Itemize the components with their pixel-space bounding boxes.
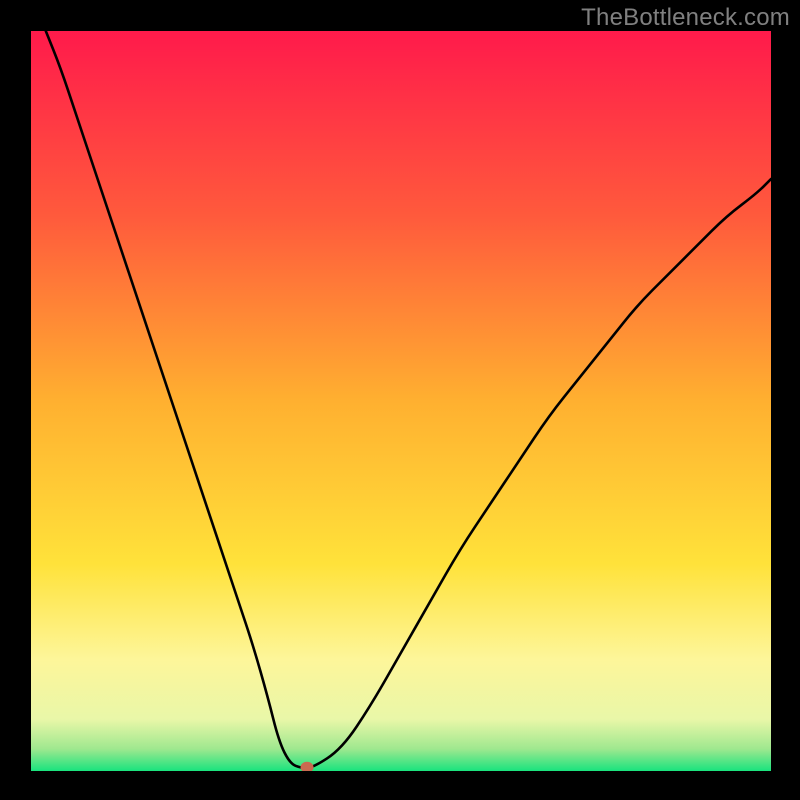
chart-container: TheBottleneck.com bbox=[0, 0, 800, 800]
chart-background bbox=[31, 31, 771, 771]
watermark-text: TheBottleneck.com bbox=[581, 4, 790, 32]
chart-svg bbox=[31, 31, 771, 771]
